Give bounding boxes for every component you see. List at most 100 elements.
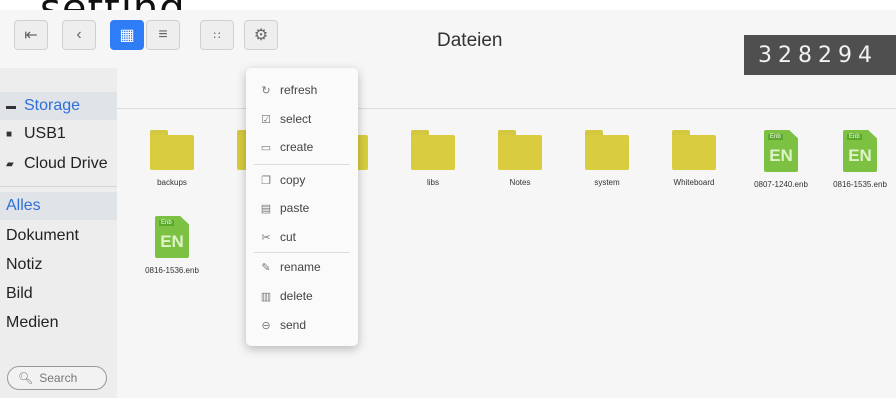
- sidebar-divider: [0, 186, 117, 187]
- back-button[interactable]: ‹: [62, 20, 96, 50]
- menu-item-select[interactable]: ☑ select: [246, 105, 358, 133]
- menu-divider: [254, 164, 350, 165]
- gear-icon: ⚙: [253, 27, 269, 44]
- menu-item-copy[interactable]: ❐ copy: [246, 166, 358, 194]
- menu-item-delete[interactable]: ▥ delete: [246, 282, 358, 310]
- file-name: Notes: [509, 178, 531, 187]
- context-menu: ↻ refresh ☑ select ▭ create ❐ copy ▤ pas…: [246, 68, 358, 346]
- sidebar-item-dokument[interactable]: Dokument: [0, 222, 117, 250]
- rename-icon: ✎︎: [261, 261, 271, 274]
- enb-file-icon: Enb EN: [155, 216, 189, 258]
- apps-grid-icon: ∷: [213, 29, 221, 42]
- paste-icon: ▤: [260, 202, 272, 215]
- sidebar-item-bild[interactable]: Bild: [0, 280, 117, 308]
- file-item[interactable]: Enb EN 0816-1535.enb: [820, 130, 896, 189]
- file-item[interactable]: Enb EN 0807-1240.enb: [741, 130, 821, 189]
- file-item[interactable]: system: [567, 130, 647, 187]
- folder-icon: [672, 130, 716, 170]
- sidebar-item-alles[interactable]: Alles: [0, 192, 117, 220]
- file-manager-screen: ⇤ ‹ ▦ ≡ ∷ ⚙ Dateien ▬ Storage ■ USB1 ▰ C…: [0, 10, 896, 398]
- enb-file-icon: Enb EN: [764, 130, 798, 172]
- copy-icon: ❐: [261, 174, 271, 187]
- enb-file-icon: Enb EN: [843, 130, 877, 172]
- sidebar-item-label: Bild: [6, 285, 33, 302]
- window-title: Dateien: [437, 30, 503, 51]
- new-folder-icon: ▭: [260, 141, 272, 154]
- file-item[interactable]: libs: [393, 130, 473, 187]
- file-name: 0807-1240.enb: [754, 180, 808, 189]
- menu-item-label: copy: [280, 173, 306, 187]
- list-view-icon: ≡: [158, 26, 168, 43]
- sidebar-item-cloud-drive[interactable]: ▰ Cloud Drive: [0, 150, 117, 178]
- sidebar-item-medien[interactable]: Medien: [0, 309, 117, 337]
- file-item[interactable]: backups: [132, 130, 212, 187]
- menu-item-rename[interactable]: ✎︎ rename: [246, 253, 358, 281]
- folder-icon: [150, 130, 194, 170]
- sidebar-item-label: USB1: [24, 125, 66, 142]
- menu-item-label: paste: [280, 201, 310, 215]
- grid-view-button[interactable]: ▦: [110, 20, 144, 50]
- grid-view-icon: ▦: [119, 27, 135, 44]
- sidebar: ▬ Storage ■ USB1 ▰ Cloud Drive Alles Dok…: [0, 68, 117, 398]
- file-item[interactable]: Whiteboard: [654, 130, 734, 187]
- sidebar-item-label: Dokument: [6, 227, 79, 244]
- refresh-icon: ↻: [261, 84, 271, 97]
- sidebar-item-label: Cloud Drive: [24, 155, 108, 172]
- session-code: 328294: [744, 35, 896, 75]
- chevron-left-icon: ‹: [76, 26, 82, 43]
- file-item[interactable]: Notes: [480, 130, 560, 187]
- usb-icon: ■: [6, 128, 13, 140]
- trash-icon: ▥: [260, 290, 272, 303]
- send-icon: ⊖: [261, 319, 271, 332]
- folder-icon: [585, 130, 629, 170]
- menu-item-label: send: [280, 318, 307, 332]
- file-tag: Enb: [768, 134, 783, 140]
- menu-item-label: select: [280, 112, 312, 126]
- menu-item-label: create: [280, 140, 314, 154]
- folder-icon: [498, 130, 542, 170]
- file-badge: EN: [160, 232, 184, 251]
- cloud-drive-icon: ▰: [6, 158, 14, 170]
- search-icon: 🔍︎: [18, 371, 34, 385]
- sidebar-item-notiz[interactable]: Notiz: [0, 251, 117, 279]
- menu-item-label: refresh: [280, 83, 318, 97]
- sidebar-item-label: Notiz: [6, 256, 43, 273]
- file-name: Whiteboard: [673, 178, 715, 187]
- file-badge: EN: [848, 146, 872, 165]
- menu-item-label: cut: [280, 230, 297, 244]
- file-name: libs: [426, 178, 439, 187]
- sidebar-item-label: Medien: [6, 314, 59, 331]
- file-name: 0816-1535.enb: [833, 180, 887, 189]
- menu-item-refresh[interactable]: ↻ refresh: [246, 76, 358, 104]
- file-badge: EN: [769, 146, 793, 165]
- divider: [117, 108, 896, 109]
- menu-item-paste[interactable]: ▤ paste: [246, 194, 358, 222]
- list-view-button[interactable]: ≡: [146, 20, 180, 50]
- checkbox-icon: ☑: [261, 113, 271, 126]
- folder-icon: [411, 130, 455, 170]
- menu-item-label: delete: [280, 289, 313, 303]
- file-tag: Enb: [159, 220, 174, 226]
- settings-button[interactable]: ⚙: [244, 20, 278, 50]
- sidebar-item-usb1[interactable]: ■ USB1: [0, 120, 117, 148]
- exit-icon: ⇤: [24, 27, 38, 44]
- file-name: system: [594, 178, 620, 187]
- file-grid: backups D s libs Notes system Whiteboard: [117, 68, 896, 398]
- search-input[interactable]: 🔍︎ Search: [7, 366, 107, 390]
- menu-item-cut[interactable]: ✂︎ cut: [246, 223, 358, 251]
- sidebar-item-storage[interactable]: ▬ Storage: [0, 92, 117, 120]
- drive-icon: ▬: [6, 100, 16, 112]
- menu-item-create[interactable]: ▭ create: [246, 133, 358, 161]
- file-item[interactable]: Enb EN 0816-1536.enb: [132, 216, 212, 275]
- exit-button[interactable]: ⇤: [14, 20, 48, 50]
- sidebar-item-label: Storage: [24, 97, 81, 114]
- file-name: backups: [157, 178, 187, 187]
- menu-item-label: rename: [280, 260, 321, 274]
- menu-item-send[interactable]: ⊖ send: [246, 311, 358, 339]
- scissors-icon: ✂︎: [261, 231, 271, 244]
- file-name: 0816-1536.enb: [145, 266, 199, 275]
- apps-button[interactable]: ∷: [200, 20, 234, 50]
- file-tag: Enb: [847, 134, 862, 140]
- search-placeholder: Search: [39, 371, 78, 385]
- sidebar-item-label: Alles: [6, 197, 41, 214]
